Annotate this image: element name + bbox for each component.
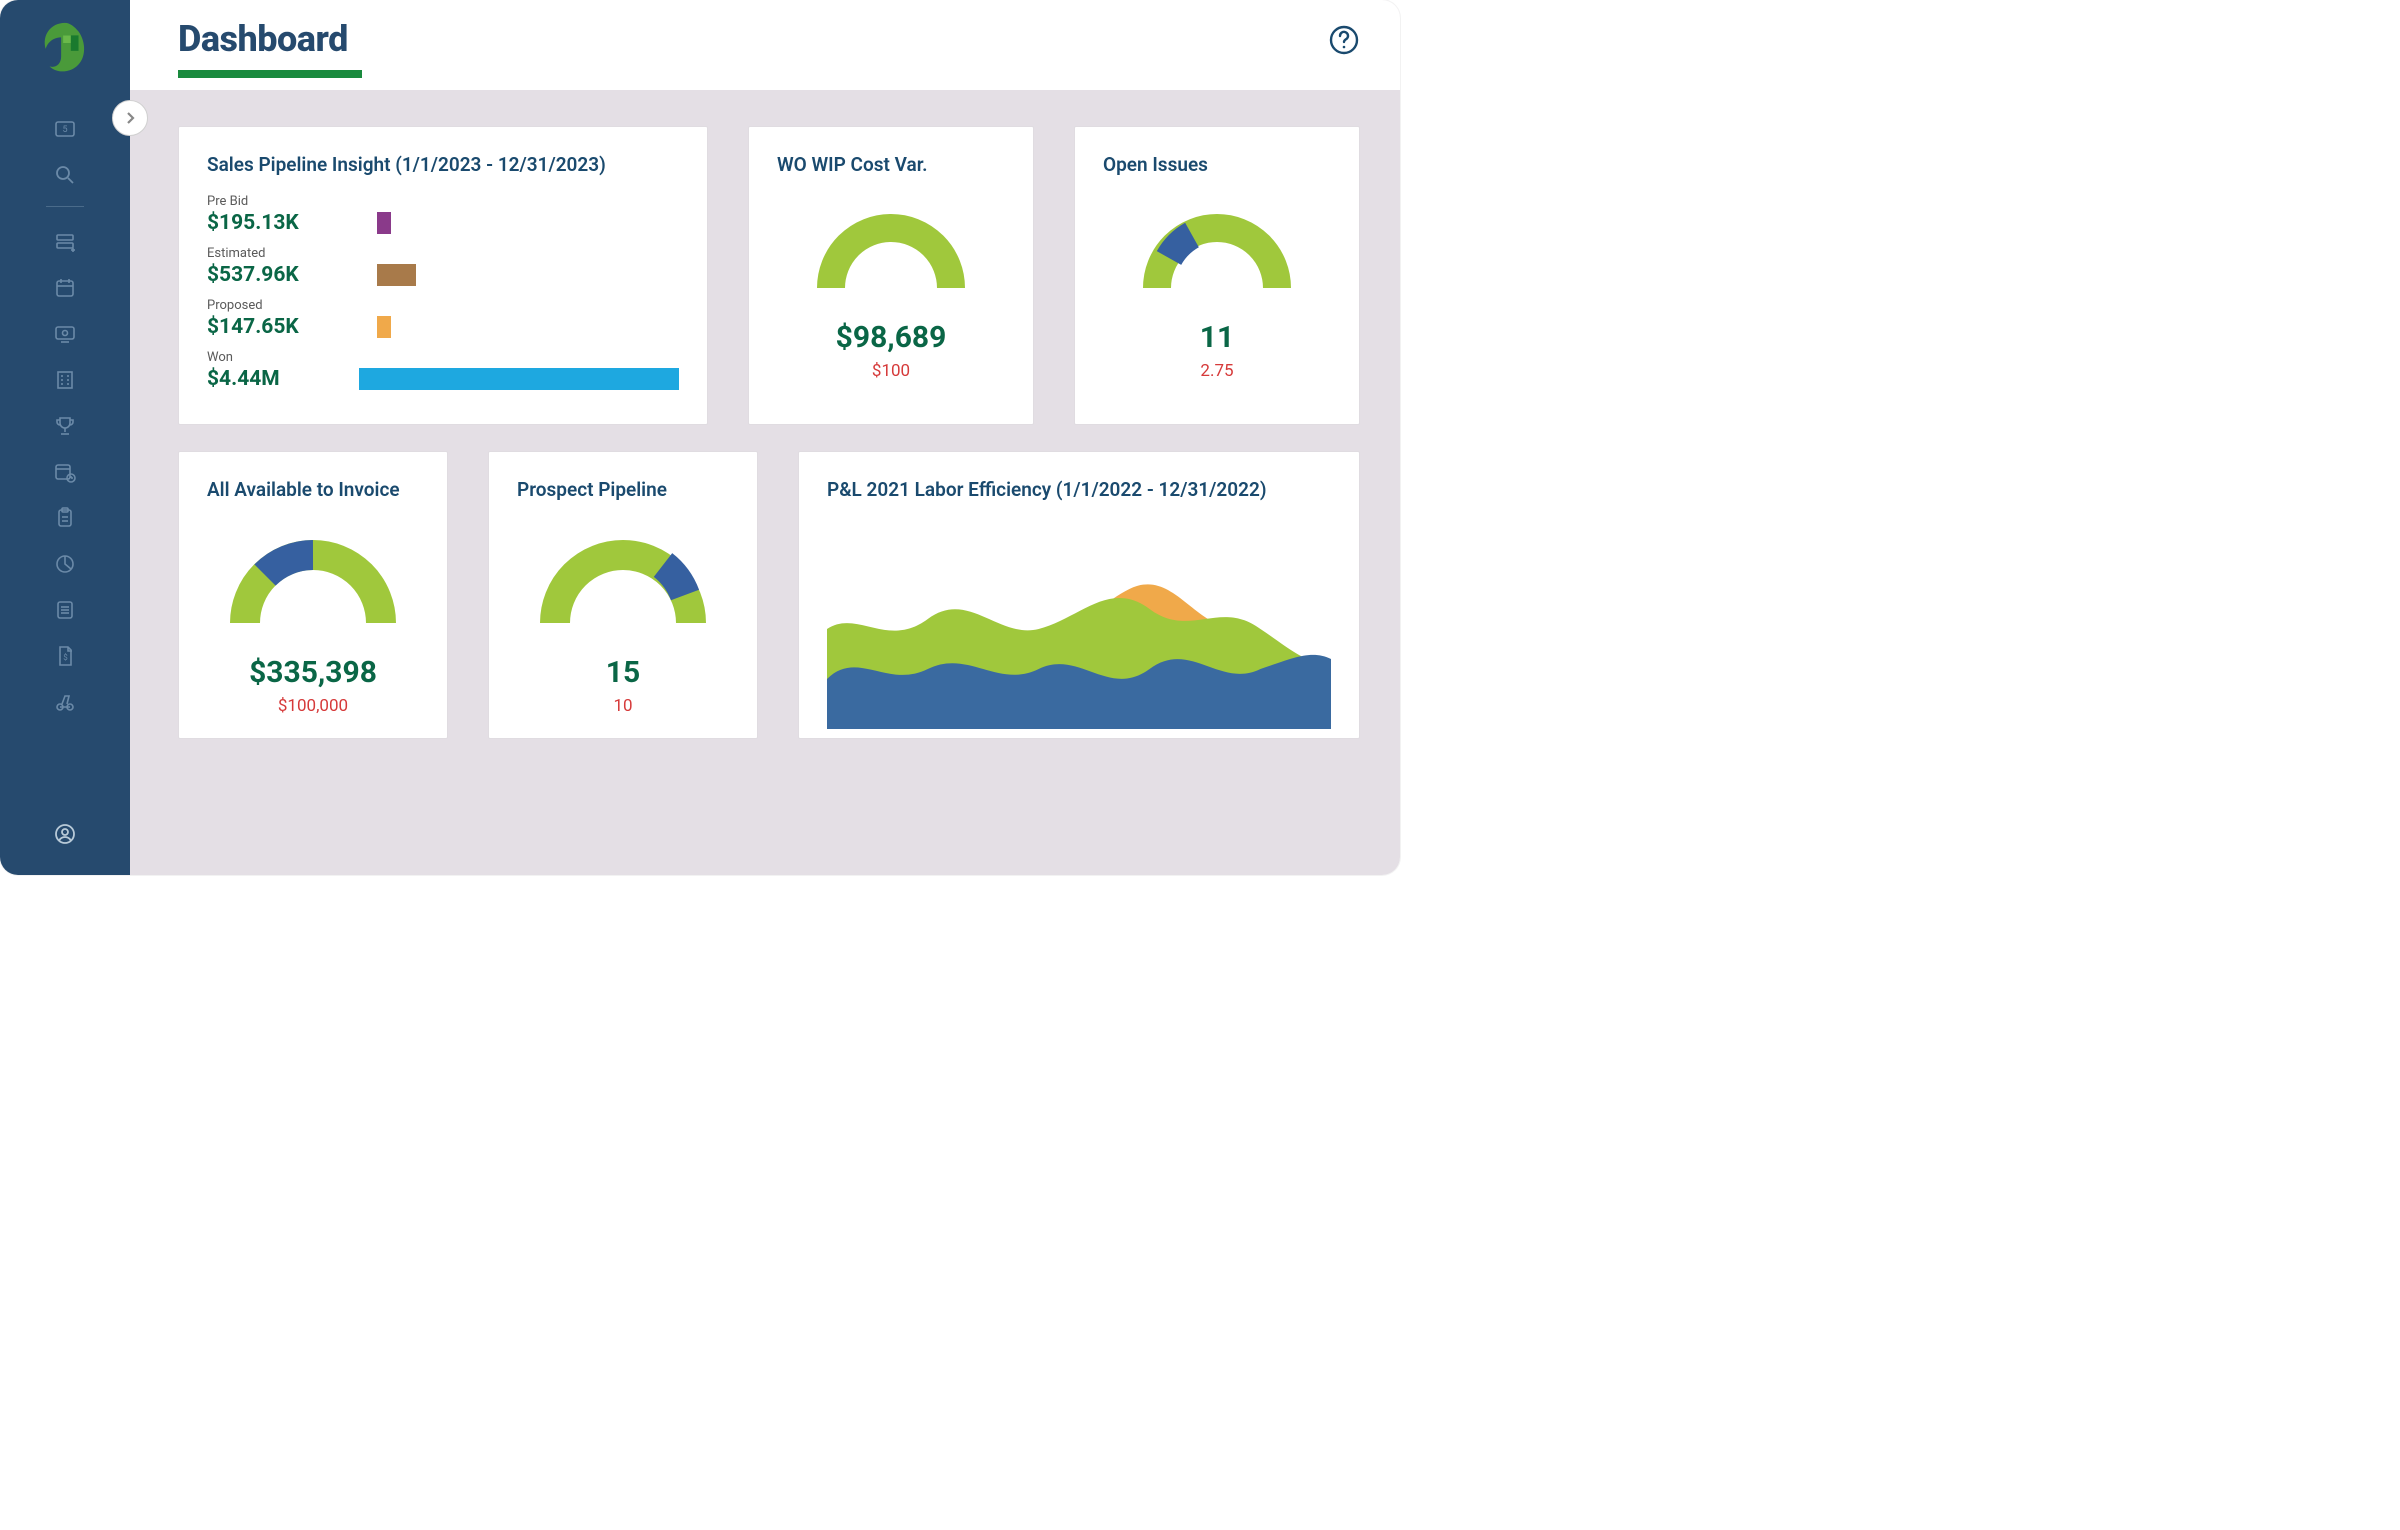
card-title: All Available to Invoice [207, 478, 419, 501]
metric-sub: 2.75 [1200, 361, 1233, 381]
pipeline-row: Proposed $147.65K [207, 298, 679, 339]
nav-file-dollar-icon[interactable]: $ [46, 637, 84, 675]
nav-dollar-card-icon[interactable]: 5 [46, 110, 84, 148]
nav-trophy-icon[interactable] [46, 407, 84, 445]
metric-value: 11 [1200, 320, 1234, 355]
card-title: Prospect Pipeline [517, 478, 729, 501]
sidebar-expand-button[interactable] [112, 100, 148, 136]
nav-divider [46, 206, 84, 207]
nav-list-icon[interactable] [46, 591, 84, 629]
card-open-issues[interactable]: Open Issues 11 2.75 [1074, 126, 1360, 425]
pipeline-row: Won $4.44M [207, 350, 679, 391]
metric-sub: 10 [613, 696, 632, 716]
dashboard-content: Sales Pipeline Insight (1/1/2023 - 12/31… [130, 90, 1400, 875]
pipeline-bar [359, 368, 679, 390]
nav-pie-icon[interactable] [46, 545, 84, 583]
nav-display-icon[interactable] [46, 315, 84, 353]
pipeline-row: Pre Bid $195.13K [207, 194, 679, 235]
nav-calendar-icon[interactable] [46, 269, 84, 307]
nav-stack-icon[interactable] [46, 223, 84, 261]
metric-value: $98,689 [836, 320, 947, 355]
pipeline-stage-value: $195.13K [207, 211, 377, 235]
pipeline-stage-value: $4.44M [207, 367, 359, 391]
pipeline-bar [377, 212, 391, 234]
page-title: Dashboard [178, 18, 362, 60]
pipeline-bar [377, 316, 391, 338]
card-title: P&L 2021 Labor Efficiency (1/1/2022 - 12… [827, 478, 1331, 501]
card-title: WO WIP Cost Var. [777, 153, 1005, 176]
card-sales-pipeline[interactable]: Sales Pipeline Insight (1/1/2023 - 12/31… [178, 126, 708, 425]
main-area: Dashboard Sales Pipeline Insight (1/1/20… [130, 0, 1400, 875]
pipeline-stage-label: Proposed [207, 298, 377, 313]
help-icon[interactable] [1328, 24, 1360, 56]
card-prospect-pipeline[interactable]: Prospect Pipeline 15 10 [488, 451, 758, 739]
sidebar: 5 $ [0, 0, 130, 875]
nav-search-icon[interactable] [46, 156, 84, 194]
svg-text:$: $ [63, 653, 68, 662]
pipeline-row: Estimated $537.96K [207, 246, 679, 287]
metric-sub: $100 [872, 361, 910, 381]
nav-calendar-clock-icon[interactable] [46, 453, 84, 491]
pipeline-bar [377, 264, 416, 286]
gauge-chart [533, 533, 713, 633]
card-available-to-invoice[interactable]: All Available to Invoice $335,398 $100,0… [178, 451, 448, 739]
card-title: Open Issues [1103, 153, 1331, 176]
metric-sub: $100,000 [278, 696, 348, 716]
card-pnl-labor-efficiency[interactable]: P&L 2021 Labor Efficiency (1/1/2022 - 12… [798, 451, 1360, 739]
pipeline-stage-value: $537.96K [207, 263, 377, 287]
pipeline-stage-label: Estimated [207, 246, 377, 261]
gauge-chart [811, 208, 971, 298]
app-logo [36, 18, 94, 76]
pipeline-stage-label: Pre Bid [207, 194, 377, 209]
nav-tools-icon[interactable] [46, 683, 84, 721]
title-underline [178, 70, 362, 78]
metric-value: $335,398 [249, 655, 377, 690]
nav-building-icon[interactable] [46, 361, 84, 399]
pipeline-stage-label: Won [207, 350, 359, 365]
pipeline-stage-value: $147.65K [207, 315, 377, 339]
svg-text:5: 5 [62, 125, 67, 135]
gauge-chart [223, 533, 403, 633]
area-chart [827, 519, 1331, 729]
header: Dashboard [130, 0, 1400, 90]
card-wo-wip-cost-var[interactable]: WO WIP Cost Var. $98,689 $100 [748, 126, 1034, 425]
nav-user-circle-icon[interactable] [46, 815, 84, 853]
gauge-chart [1137, 208, 1297, 298]
card-title: Sales Pipeline Insight (1/1/2023 - 12/31… [207, 153, 679, 176]
metric-value: 15 [606, 655, 640, 690]
nav-clipboard-icon[interactable] [46, 499, 84, 537]
